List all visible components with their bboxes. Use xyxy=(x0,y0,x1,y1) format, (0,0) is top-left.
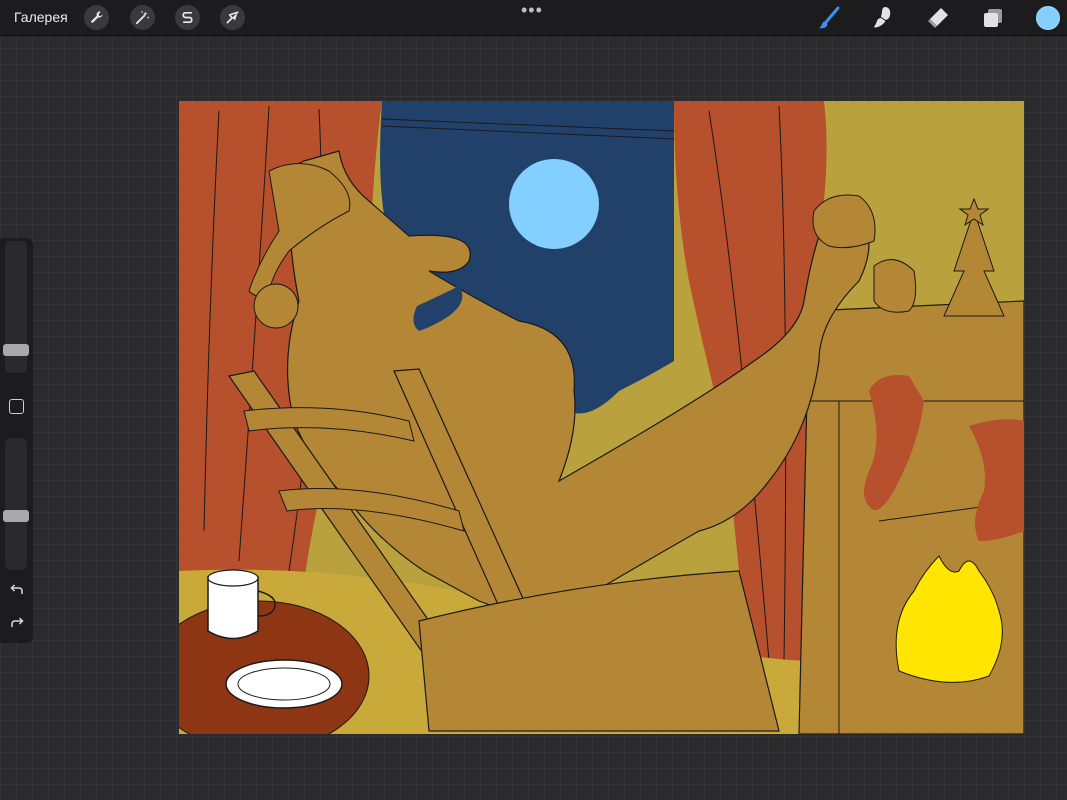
modify-button[interactable] xyxy=(9,399,24,414)
actions-button[interactable] xyxy=(84,5,109,30)
smudge-icon xyxy=(874,7,891,28)
drawing-canvas[interactable] xyxy=(179,101,1024,734)
adjustments-button[interactable] xyxy=(130,5,155,30)
brush-size-thumb[interactable] xyxy=(3,344,29,356)
gallery-button[interactable]: Галерея xyxy=(14,9,68,25)
undo-button[interactable] xyxy=(8,582,26,598)
nightcap-pompom xyxy=(253,283,299,329)
undo-icon xyxy=(10,584,23,594)
wrench-icon xyxy=(90,11,103,24)
brush-size-slider[interactable] xyxy=(3,241,29,373)
selection-button[interactable] xyxy=(175,5,200,30)
artwork xyxy=(179,101,1024,734)
magic-wand-icon xyxy=(135,11,149,25)
opacity-slider[interactable] xyxy=(3,438,29,570)
moon xyxy=(509,159,599,249)
layers-icon xyxy=(984,9,1002,27)
top-toolbar: Галерея ••• xyxy=(0,0,1067,36)
opacity-thumb[interactable] xyxy=(3,510,29,522)
brush-tool-button[interactable] xyxy=(816,5,842,31)
eraser-tool-button[interactable] xyxy=(925,5,951,31)
brush-icon xyxy=(819,6,840,29)
transform-button[interactable] xyxy=(220,5,245,30)
eraser-icon xyxy=(928,8,948,28)
color-picker-button[interactable] xyxy=(1036,6,1060,30)
selection-s-icon xyxy=(182,11,193,24)
smudge-tool-button[interactable] xyxy=(870,5,896,31)
left-sidebar xyxy=(0,238,33,643)
redo-icon xyxy=(11,617,24,627)
redo-button[interactable] xyxy=(8,615,26,631)
more-options-button[interactable]: ••• xyxy=(521,1,543,19)
plate xyxy=(225,659,343,709)
layers-button[interactable] xyxy=(980,5,1006,31)
arrow-cursor-icon xyxy=(226,11,239,24)
